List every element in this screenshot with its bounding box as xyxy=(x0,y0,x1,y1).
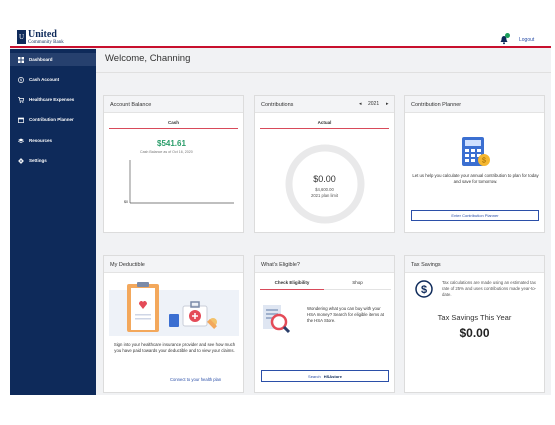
contributions-card: Contributions ◂ 2021 ▸ Actual $0.00 $4,6… xyxy=(254,95,395,233)
contribution-donut xyxy=(285,144,365,224)
insurance-illustration xyxy=(109,282,239,336)
sidebar-item-label: Resources xyxy=(29,138,53,143)
logout-link[interactable]: Logout xyxy=(519,37,534,43)
sidebar-item-healthcare-expenses[interactable]: Healthcare Expenses xyxy=(10,93,96,106)
sidebar-item-label: Contribution Planner xyxy=(29,117,74,122)
sidebar-item-contribution-planner[interactable]: Contribution Planner xyxy=(10,113,96,126)
eligible-card: What's Eligible? Check Eligibility Shop … xyxy=(254,255,395,393)
logo-main-text: United xyxy=(28,29,57,40)
limit-amount: $4,600.00 xyxy=(315,187,334,192)
limit-label: 2021 plan limit xyxy=(310,193,338,198)
card-title: What's Eligible? xyxy=(255,256,394,273)
top-bar xyxy=(10,29,551,48)
sidebar: Dashboard Cash Account Healthcare Expens… xyxy=(10,49,96,395)
eligible-description: Wondering what you can buy with your HSA… xyxy=(307,306,384,323)
sidebar-item-label: Dashboard xyxy=(29,57,53,62)
year-label: 2021 xyxy=(368,101,380,107)
sidebar-item-cash-account[interactable]: Cash Account xyxy=(10,73,96,86)
tab-shop[interactable]: Shop xyxy=(324,280,391,290)
dollar-circle-icon xyxy=(18,76,24,83)
deductible-description: Sign into your healthcare insurance prov… xyxy=(113,342,236,353)
tax-headline: Tax Savings This Year xyxy=(437,313,512,322)
balance-note: Cash Balance as of Oct 16, 2020 xyxy=(140,150,193,154)
sidebar-item-resources[interactable]: Resources xyxy=(10,134,96,147)
page-title: Welcome, Channing xyxy=(105,53,191,64)
tax-savings-amount: $0.00 xyxy=(459,326,490,340)
cart-icon xyxy=(18,96,24,103)
calendar-icon xyxy=(18,117,24,123)
contribution-planner-card: Contribution Planner $ Let us help you c… xyxy=(404,95,545,233)
axis-zero-label: $0 xyxy=(124,200,128,204)
logo-mark-icon: U xyxy=(17,30,26,44)
tax-savings-card: Tax Savings $ Tax calculations are made … xyxy=(404,255,545,393)
hsa-store-logo: HSAstore xyxy=(323,373,342,379)
dashboard-icon xyxy=(18,56,24,63)
search-label: Search xyxy=(308,373,321,379)
card-title: Account Balance xyxy=(104,96,243,113)
logo-sub-text: Community Bank xyxy=(28,40,64,45)
gear-icon xyxy=(18,157,24,164)
sidebar-item-settings[interactable]: Settings xyxy=(10,154,96,167)
tab-actual[interactable]: Actual xyxy=(260,120,389,129)
dollar-circle-icon: $ xyxy=(415,280,433,298)
svg-text:$: $ xyxy=(482,158,486,165)
stack-icon xyxy=(18,138,24,143)
sidebar-item-label: Cash Account xyxy=(29,77,60,82)
sidebar-item-label: Healthcare Expenses xyxy=(29,97,75,102)
connect-health-plan-link[interactable]: Connect to your health plan xyxy=(170,377,221,382)
calculator-icon: $ xyxy=(462,137,490,166)
deductible-card: My Deductible Sign into your healthcare … xyxy=(103,255,244,393)
hsa-store-search-button[interactable]: Search HSAstore xyxy=(261,370,389,382)
sidebar-item-dashboard[interactable]: Dashboard xyxy=(10,53,96,66)
sidebar-item-label: Settings xyxy=(29,158,47,163)
notification-badge xyxy=(505,33,510,38)
svg-text:$: $ xyxy=(421,284,427,296)
enter-planner-button[interactable]: Enter Contribution Planner xyxy=(411,210,539,221)
tax-description: Tax calculations are made using an estim… xyxy=(442,280,537,297)
card-title: Contribution Planner xyxy=(405,96,544,113)
planner-description: Let us help you calculate your annual co… xyxy=(412,173,539,184)
cash-balance-amount: $541.61 xyxy=(157,139,186,148)
account-balance-card: Account Balance Cash $541.61 Cash Balanc… xyxy=(103,95,244,233)
tab-check-eligibility[interactable]: Check Eligibility xyxy=(260,280,324,290)
card-title: My Deductible xyxy=(104,256,243,273)
balance-chart xyxy=(129,160,234,204)
tab-cash[interactable]: Cash xyxy=(109,120,238,129)
next-year-button[interactable]: ▸ xyxy=(386,101,389,107)
prev-year-button[interactable]: ◂ xyxy=(359,101,362,107)
bank-logo[interactable]: U United Community Bank xyxy=(17,30,64,45)
card-title: Tax Savings xyxy=(405,256,544,273)
magnifier-document-icon xyxy=(263,305,291,334)
header-divider xyxy=(96,72,551,73)
contribution-amount: $0.00 xyxy=(313,174,336,184)
